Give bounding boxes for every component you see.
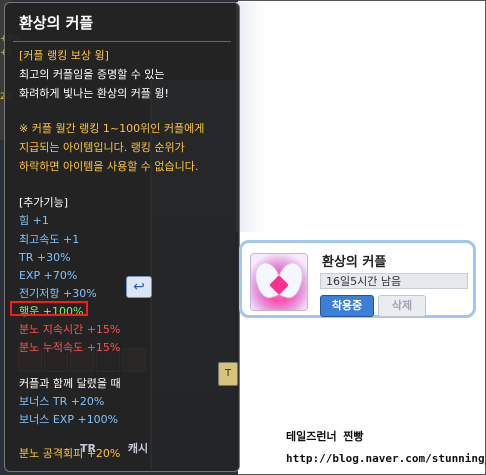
- tooltip-description: 화려하게 빛나는 환상의 커플 윙!: [19, 87, 169, 100]
- tooltip-notice: 지급되는 아이템입니다. 랭킹 순위가: [19, 141, 185, 154]
- right-panel-edge: [236, 2, 266, 232]
- tr-tab[interactable]: TR: [80, 442, 96, 455]
- red-stat: 분노 지속시간 +15%: [19, 323, 121, 336]
- stat-line: 힘 +1: [19, 214, 49, 227]
- item-name: 환상의 커플: [322, 255, 387, 270]
- item-card: 환상의 커플 16일5시간 남음 착용중 삭제: [239, 240, 476, 318]
- time-remaining: 16일5시간 남음: [320, 273, 468, 289]
- cash-tab[interactable]: 캐시: [128, 442, 148, 455]
- tooltip-title: 환상의 커플: [19, 14, 94, 32]
- stat-line: TR +30%: [19, 251, 71, 264]
- watermark-url: http://blog.naver.com/stunning_1: [286, 452, 486, 465]
- side-tab-button[interactable]: T: [218, 362, 238, 386]
- bonus-stat: 보너스 TR +20%: [19, 395, 105, 408]
- red-stat: 분노 누적속도 +15%: [19, 341, 121, 354]
- tooltip-notice: ※ 커플 월간 랭킹 1~100위인 커플에게: [19, 122, 205, 135]
- tooltip-header: [커플 랭킹 보상 윙]: [19, 49, 109, 62]
- tooltip-description: 최고의 커플임을 증명할 수 있는: [19, 68, 165, 81]
- bottom-buttons: TR 캐시: [80, 440, 176, 456]
- highlight-box: [10, 301, 88, 316]
- wing-item-icon: [250, 253, 308, 311]
- tooltip-notice: 하락하면 아이템을 사용할 수 없습니다.: [19, 160, 199, 173]
- extra-header: [추가기능]: [19, 196, 69, 209]
- watermark-author: 테일즈런너 찐빵: [286, 430, 364, 443]
- delete-button[interactable]: 삭제: [378, 295, 426, 317]
- stat-line: 최고속도 +1: [19, 233, 80, 246]
- back-arrow-icon[interactable]: ↩: [126, 276, 152, 298]
- item-tooltip: 환상의 커플 [커플 랭킹 보상 윙] 최고의 커플임을 증명할 수 있는 화려…: [4, 2, 240, 472]
- stat-line: 전기저항 +30%: [19, 287, 97, 300]
- together-header: 커플과 함께 달렸을 때: [19, 377, 121, 390]
- tooltip-divider: [13, 41, 231, 42]
- stat-line: EXP +70%: [19, 269, 78, 282]
- equipped-button[interactable]: 착용중: [320, 295, 374, 317]
- bonus-stat: 보너스 EXP +100%: [19, 413, 119, 426]
